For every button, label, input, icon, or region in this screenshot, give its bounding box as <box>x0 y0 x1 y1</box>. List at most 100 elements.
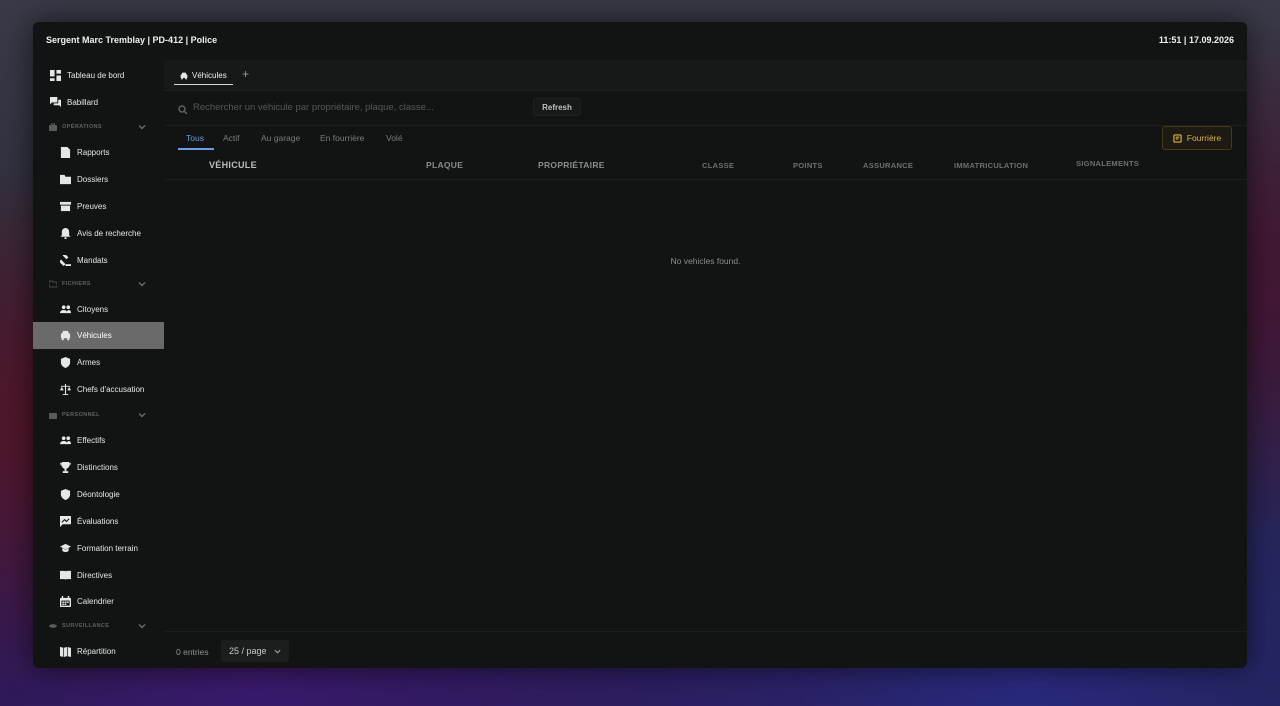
table-footer: 0 entries 25 / page <box>164 631 1247 668</box>
page-size-select[interactable]: 25 / page <box>221 640 289 662</box>
folder-outline-icon <box>49 280 57 288</box>
column-header-classe[interactable]: CLASSE <box>702 161 734 170</box>
sidebar-item-label: Effectifs <box>77 435 106 445</box>
sidebar-item-label: Mandats <box>77 255 108 265</box>
sidebar-item-formation-terrain[interactable]: Formation terrain <box>33 535 164 561</box>
column-header-assurance[interactable]: ASSURANCE <box>863 161 913 170</box>
sidebar-item-calendrier[interactable]: Calendrier <box>33 588 164 614</box>
sidebar-item-directives[interactable]: Directives <box>33 562 164 588</box>
bell-icon <box>59 227 71 239</box>
user-identity: Sergent Marc Tremblay | PD-412 | Police <box>46 35 218 45</box>
people-icon <box>59 303 71 315</box>
search-input[interactable] <box>193 100 523 115</box>
filter-tab-en-fourriere[interactable]: En fourrière <box>320 133 364 143</box>
section-personnel[interactable]: PERSONNEL <box>33 408 164 422</box>
eye-icon <box>49 622 57 630</box>
sidebar-item-dashboard[interactable]: Tableau de bord <box>33 62 164 88</box>
car-icon <box>180 72 188 80</box>
active-filter-indicator <box>178 148 214 150</box>
graduation-cap-icon <box>59 542 71 554</box>
tab-vehicules[interactable]: Véhicules <box>174 67 233 85</box>
dashboard-icon <box>49 69 61 81</box>
sidebar: Tableau de bord Babillard OPÉRATIONS Rap… <box>33 60 164 668</box>
column-header-vehicule[interactable]: VÉHICULE <box>209 160 257 170</box>
evaluation-icon <box>59 515 71 527</box>
sidebar-item-label: Avis de recherche <box>77 228 141 238</box>
section-title: FICHIERS <box>62 281 91 287</box>
chevron-down-icon <box>138 411 146 419</box>
sidebar-item-label: Tableau de bord <box>67 70 125 80</box>
sidebar-item-label: Formation terrain <box>77 543 138 553</box>
impound-icon <box>1173 133 1182 143</box>
car-icon <box>59 330 71 342</box>
sidebar-item-rapports[interactable]: Rapports <box>33 139 164 165</box>
fourriere-label: Fourrière <box>1186 133 1222 143</box>
file-icon <box>59 146 71 158</box>
column-header-immatriculation[interactable]: IMMATRICULATION <box>954 161 1028 170</box>
sidebar-item-repartition[interactable]: Répartition <box>33 638 164 664</box>
sidebar-item-chefs-accusation[interactable]: Chefs d'accusation <box>33 376 164 402</box>
tab-bar: Véhicules + <box>164 60 1247 91</box>
sidebar-item-label: Déontologie <box>77 489 120 499</box>
filter-tab-actif[interactable]: Actif <box>223 133 240 143</box>
forum-icon <box>49 96 61 108</box>
chevron-down-icon <box>138 622 146 630</box>
sidebar-item-label: Preuves <box>77 201 107 211</box>
entries-count: 0 entries <box>176 647 209 657</box>
folder-icon <box>59 173 71 185</box>
sidebar-item-babillard[interactable]: Babillard <box>33 89 164 115</box>
sidebar-item-evaluations[interactable]: Évaluations <box>33 508 164 534</box>
sidebar-item-label: Dossiers <box>77 174 109 184</box>
sidebar-item-preuves[interactable]: Preuves <box>33 193 164 219</box>
tab-label: Véhicules <box>192 71 227 80</box>
sidebar-item-label: Répartition <box>77 646 116 656</box>
page-size-value: 25 / page <box>229 646 267 656</box>
sidebar-item-distinctions[interactable]: Distinctions <box>33 454 164 480</box>
sidebar-item-label: Distinctions <box>77 462 118 472</box>
sidebar-item-label: Chefs d'accusation <box>77 384 145 394</box>
title-bar: Sergent Marc Tremblay | PD-412 | Police … <box>33 22 1247 61</box>
sidebar-item-label: Directives <box>77 570 113 580</box>
sidebar-item-dossiers[interactable]: Dossiers <box>33 166 164 192</box>
search-bar: Refresh <box>164 90 1247 126</box>
sidebar-item-citoyens[interactable]: Citoyens <box>33 296 164 322</box>
section-surveillance[interactable]: SURVEILLANCE <box>33 619 164 633</box>
sidebar-item-vehicules[interactable]: Véhicules <box>33 322 164 349</box>
refresh-button[interactable]: Refresh <box>533 98 581 116</box>
fourriere-button[interactable]: Fourrière <box>1162 126 1232 150</box>
scale-icon <box>59 383 71 395</box>
shield-icon <box>59 488 71 500</box>
sidebar-item-armes[interactable]: Armes <box>33 349 164 375</box>
mdt-window: Sergent Marc Tremblay | PD-412 | Police … <box>33 22 1247 668</box>
sidebar-item-label: Véhicules <box>77 331 112 340</box>
section-operations[interactable]: OPÉRATIONS <box>33 120 164 134</box>
sidebar-item-effectifs[interactable]: Effectifs <box>33 427 164 453</box>
archive-icon <box>59 200 71 212</box>
calendar-icon <box>59 595 71 607</box>
clock-date: 11:51 | 17.09.2026 <box>1158 35 1234 45</box>
sidebar-item-label: Évaluations <box>77 516 119 526</box>
section-fichiers[interactable]: FICHIERS <box>33 277 164 291</box>
chevron-down-icon <box>138 280 146 288</box>
sidebar-item-mandats[interactable]: Mandats <box>33 247 164 273</box>
briefcase-icon <box>49 123 57 131</box>
chevron-down-icon <box>138 123 146 131</box>
column-header-signalements[interactable]: SIGNALEMENTS <box>1076 159 1139 168</box>
column-header-proprietaire[interactable]: PROPRIÉTAIRE <box>538 160 605 170</box>
book-icon <box>59 569 71 581</box>
trophy-icon <box>59 461 71 473</box>
column-header-plaque[interactable]: PLAQUE <box>426 160 463 170</box>
section-title: OPÉRATIONS <box>62 124 102 130</box>
filter-tab-au-garage[interactable]: Au garage <box>261 133 300 143</box>
filter-tab-tous[interactable]: Tous <box>186 133 204 143</box>
add-tab-button[interactable]: + <box>242 67 249 81</box>
gavel-icon <box>59 254 71 266</box>
briefcase-icon <box>49 411 57 419</box>
chevron-down-icon <box>274 649 281 654</box>
sidebar-item-label: Babillard <box>67 97 99 107</box>
filter-tab-vole[interactable]: Volé <box>386 133 403 143</box>
sidebar-item-deontologie[interactable]: Déontologie <box>33 481 164 507</box>
column-header-points[interactable]: POINTS <box>793 161 823 170</box>
sidebar-item-avis-recherche[interactable]: Avis de recherche <box>33 220 164 246</box>
table-header: VÉHICULE PLAQUE PROPRIÉTAIRE CLASSE POIN… <box>164 151 1247 180</box>
